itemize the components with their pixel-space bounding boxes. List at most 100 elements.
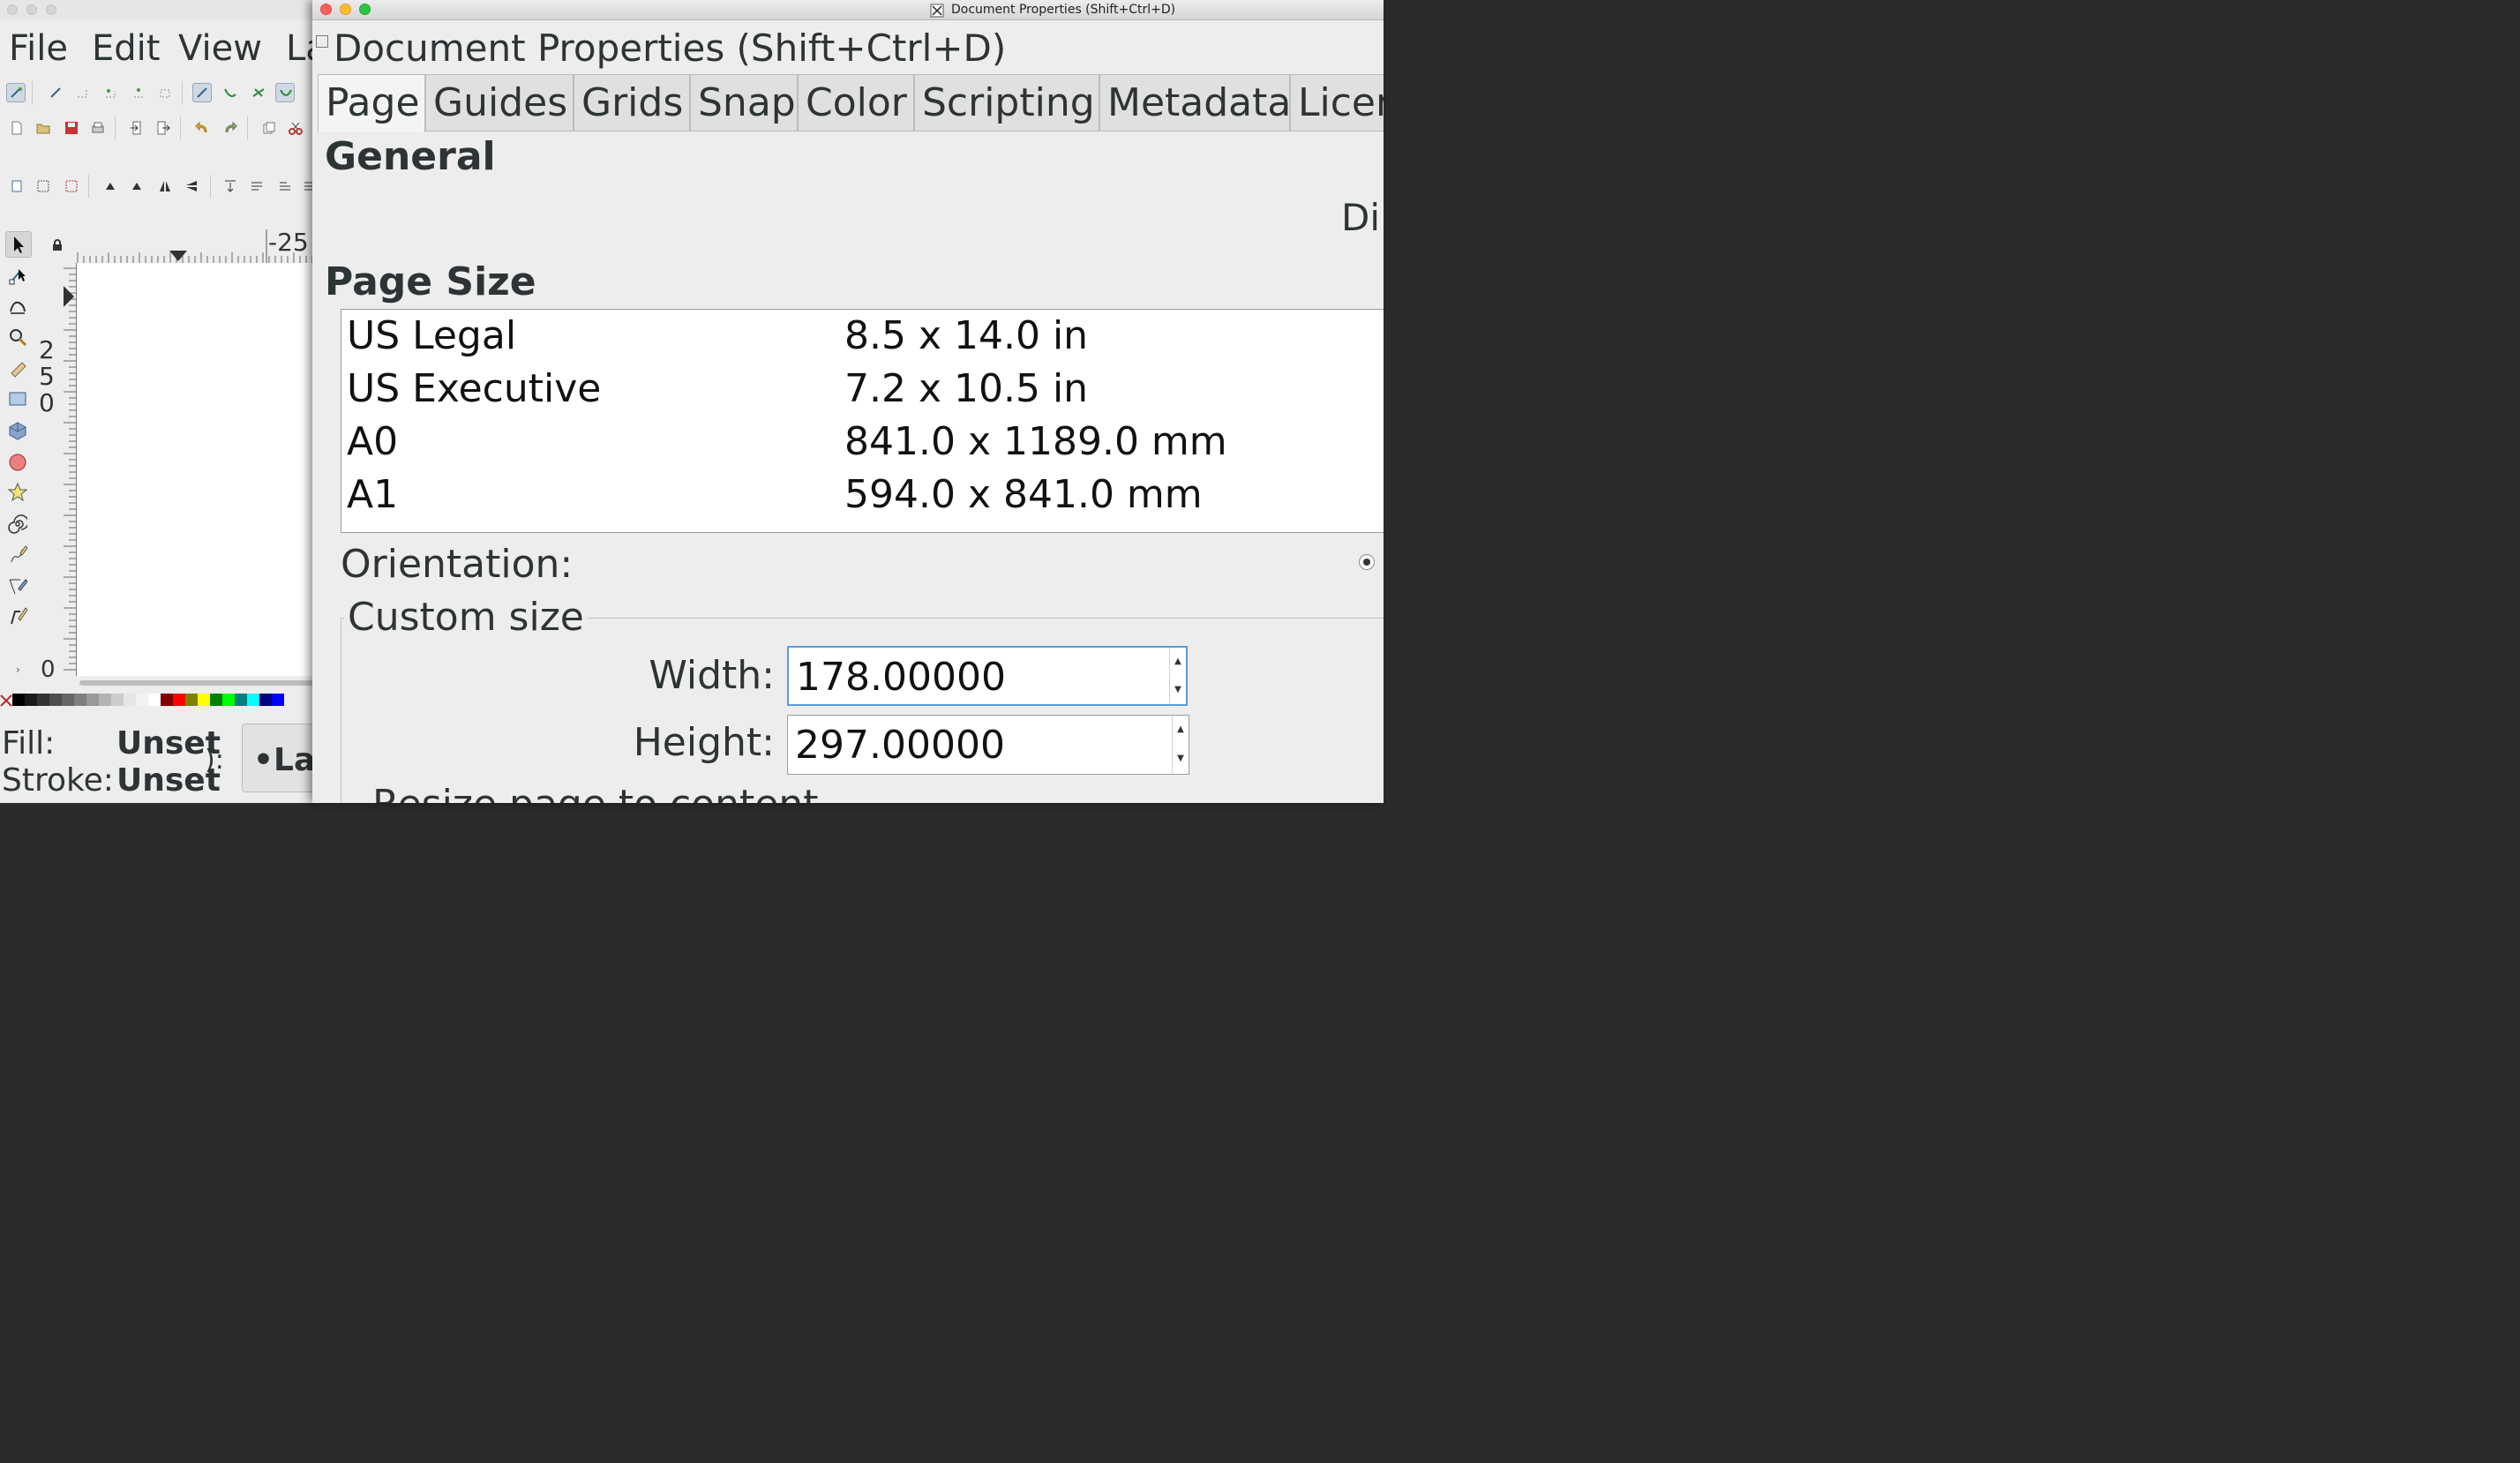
calligraphy-tool[interactable] [5, 604, 32, 630]
color-swatch[interactable] [74, 694, 86, 706]
flip-vertical-button[interactable] [182, 176, 201, 196]
snap-bbox-edge-button[interactable] [72, 83, 92, 102]
snap-bbox-button[interactable] [46, 83, 65, 102]
tab-grids[interactable]: Grids [574, 74, 690, 131]
horizontal-scrollbar[interactable] [76, 678, 318, 688]
tab-color[interactable]: Color [798, 74, 914, 131]
color-swatch[interactable] [185, 694, 198, 706]
color-swatch[interactable] [25, 694, 37, 706]
snap-nodes-button[interactable] [192, 83, 212, 102]
color-swatch[interactable] [37, 694, 49, 706]
spin-up-icon[interactable]: ▲ [1172, 648, 1184, 676]
list-item[interactable]: A0 841.0 x 1189.0 mm [341, 416, 1384, 469]
toolbox-expand-arrow-icon[interactable]: › [16, 664, 20, 676]
export-button[interactable] [154, 118, 173, 138]
color-swatch[interactable] [235, 694, 247, 706]
minimize-button-inactive[interactable] [26, 4, 37, 15]
color-swatch[interactable] [12, 694, 25, 706]
color-swatch[interactable] [86, 694, 99, 706]
color-swatch[interactable] [148, 694, 161, 706]
no-color-swatch[interactable] [0, 694, 12, 707]
list-item[interactable]: US Legal 8.5 x 14.0 in [341, 310, 1384, 363]
redo-button[interactable] [221, 118, 240, 138]
raise-to-top-button[interactable] [221, 176, 240, 196]
color-swatch[interactable] [198, 694, 210, 706]
snap-bbox-corner-button[interactable] [101, 83, 120, 102]
3d-box-tool[interactable] [5, 418, 32, 445]
width-spinbox[interactable]: ▲ ▼ [787, 646, 1188, 706]
snap-cusp-nodes-button[interactable] [275, 83, 295, 102]
undo-button[interactable] [192, 118, 212, 138]
spiral-tool[interactable] [5, 512, 32, 538]
ellipse-tool[interactable] [5, 450, 32, 476]
zoom-button-inactive[interactable] [46, 4, 56, 15]
new-document-button[interactable] [7, 118, 26, 138]
flip-horizontal-button[interactable] [155, 176, 175, 196]
color-swatch[interactable] [173, 694, 185, 706]
spin-down-icon[interactable]: ▼ [1172, 676, 1184, 704]
lower-button[interactable] [275, 176, 295, 196]
close-button[interactable] [320, 4, 332, 15]
cut-button[interactable] [286, 118, 305, 138]
spin-down-icon[interactable]: ▼ [1174, 745, 1187, 774]
snap-enable-button[interactable] [6, 83, 26, 102]
list-item[interactable]: US Executive 7.2 x 10.5 in [341, 363, 1384, 416]
color-swatch[interactable] [247, 694, 259, 706]
select-all-layers-button[interactable] [34, 176, 53, 196]
orientation-radio-button[interactable] [1359, 554, 1375, 570]
rotate-cw-button[interactable] [127, 176, 146, 196]
node-tool[interactable] [5, 263, 32, 289]
layer-dropdown[interactable]: •Lay [242, 724, 318, 792]
snap-paths-button[interactable] [221, 83, 240, 102]
star-tool[interactable] [5, 480, 32, 506]
color-swatch[interactable] [49, 694, 62, 706]
selector-tool[interactable] [5, 231, 32, 258]
pencil-tool[interactable] [5, 542, 32, 568]
minimize-button[interactable] [340, 4, 351, 15]
spin-up-icon[interactable]: ▲ [1174, 716, 1187, 745]
scrollbar-thumb[interactable] [79, 680, 318, 686]
zoom-button[interactable] [359, 4, 371, 15]
resize-page-expander[interactable]: ▸ Resize page to content [351, 782, 819, 803]
color-swatch[interactable] [136, 694, 148, 706]
list-item[interactable]: A1 594.0 x 841.0 mm [341, 469, 1384, 521]
tab-metadata[interactable]: Metadata [1099, 74, 1291, 131]
drawing-canvas[interactable] [76, 263, 318, 676]
color-swatch[interactable] [210, 694, 222, 706]
close-button-inactive[interactable] [7, 4, 18, 15]
zoom-tool[interactable] [5, 325, 32, 351]
lock-icon[interactable] [51, 238, 64, 255]
color-swatch[interactable] [99, 694, 111, 706]
snap-bbox-center-button[interactable] [155, 83, 175, 102]
save-button[interactable] [62, 118, 81, 138]
duplicate-button[interactable] [259, 118, 279, 138]
tweak-tool[interactable] [5, 293, 32, 319]
tab-guides[interactable]: Guides [425, 74, 574, 131]
menu-file[interactable]: File [9, 28, 68, 69]
rectangle-tool[interactable] [5, 386, 32, 413]
width-input[interactable] [796, 651, 1166, 702]
raise-button[interactable] [247, 176, 266, 196]
color-swatch[interactable] [62, 694, 74, 706]
select-all-button[interactable] [7, 176, 26, 196]
height-input[interactable] [795, 719, 1166, 770]
height-spinbox[interactable]: ▲ ▼ [787, 715, 1189, 775]
page-size-list[interactable]: US Legal 8.5 x 14.0 in US Executive 7.2 … [341, 309, 1384, 533]
open-button[interactable] [34, 118, 53, 138]
color-swatch[interactable] [259, 694, 272, 706]
snap-intersections-button[interactable] [249, 83, 268, 102]
tab-license[interactable]: Licer [1290, 74, 1384, 131]
color-swatch[interactable] [272, 694, 284, 706]
snap-bbox-midpoint-button[interactable] [129, 83, 148, 102]
color-swatch[interactable] [111, 694, 124, 706]
tab-page[interactable]: Page [318, 74, 425, 132]
tab-scripting[interactable]: Scripting [914, 74, 1099, 131]
print-button[interactable] [88, 118, 108, 138]
import-button[interactable] [127, 118, 146, 138]
color-swatch[interactable] [124, 694, 136, 706]
menu-view[interactable]: View [178, 28, 262, 69]
pen-tool[interactable] [5, 574, 32, 600]
deselect-button[interactable] [62, 176, 81, 196]
measure-tool[interactable] [5, 356, 32, 383]
rotate-ccw-button[interactable] [101, 176, 120, 196]
